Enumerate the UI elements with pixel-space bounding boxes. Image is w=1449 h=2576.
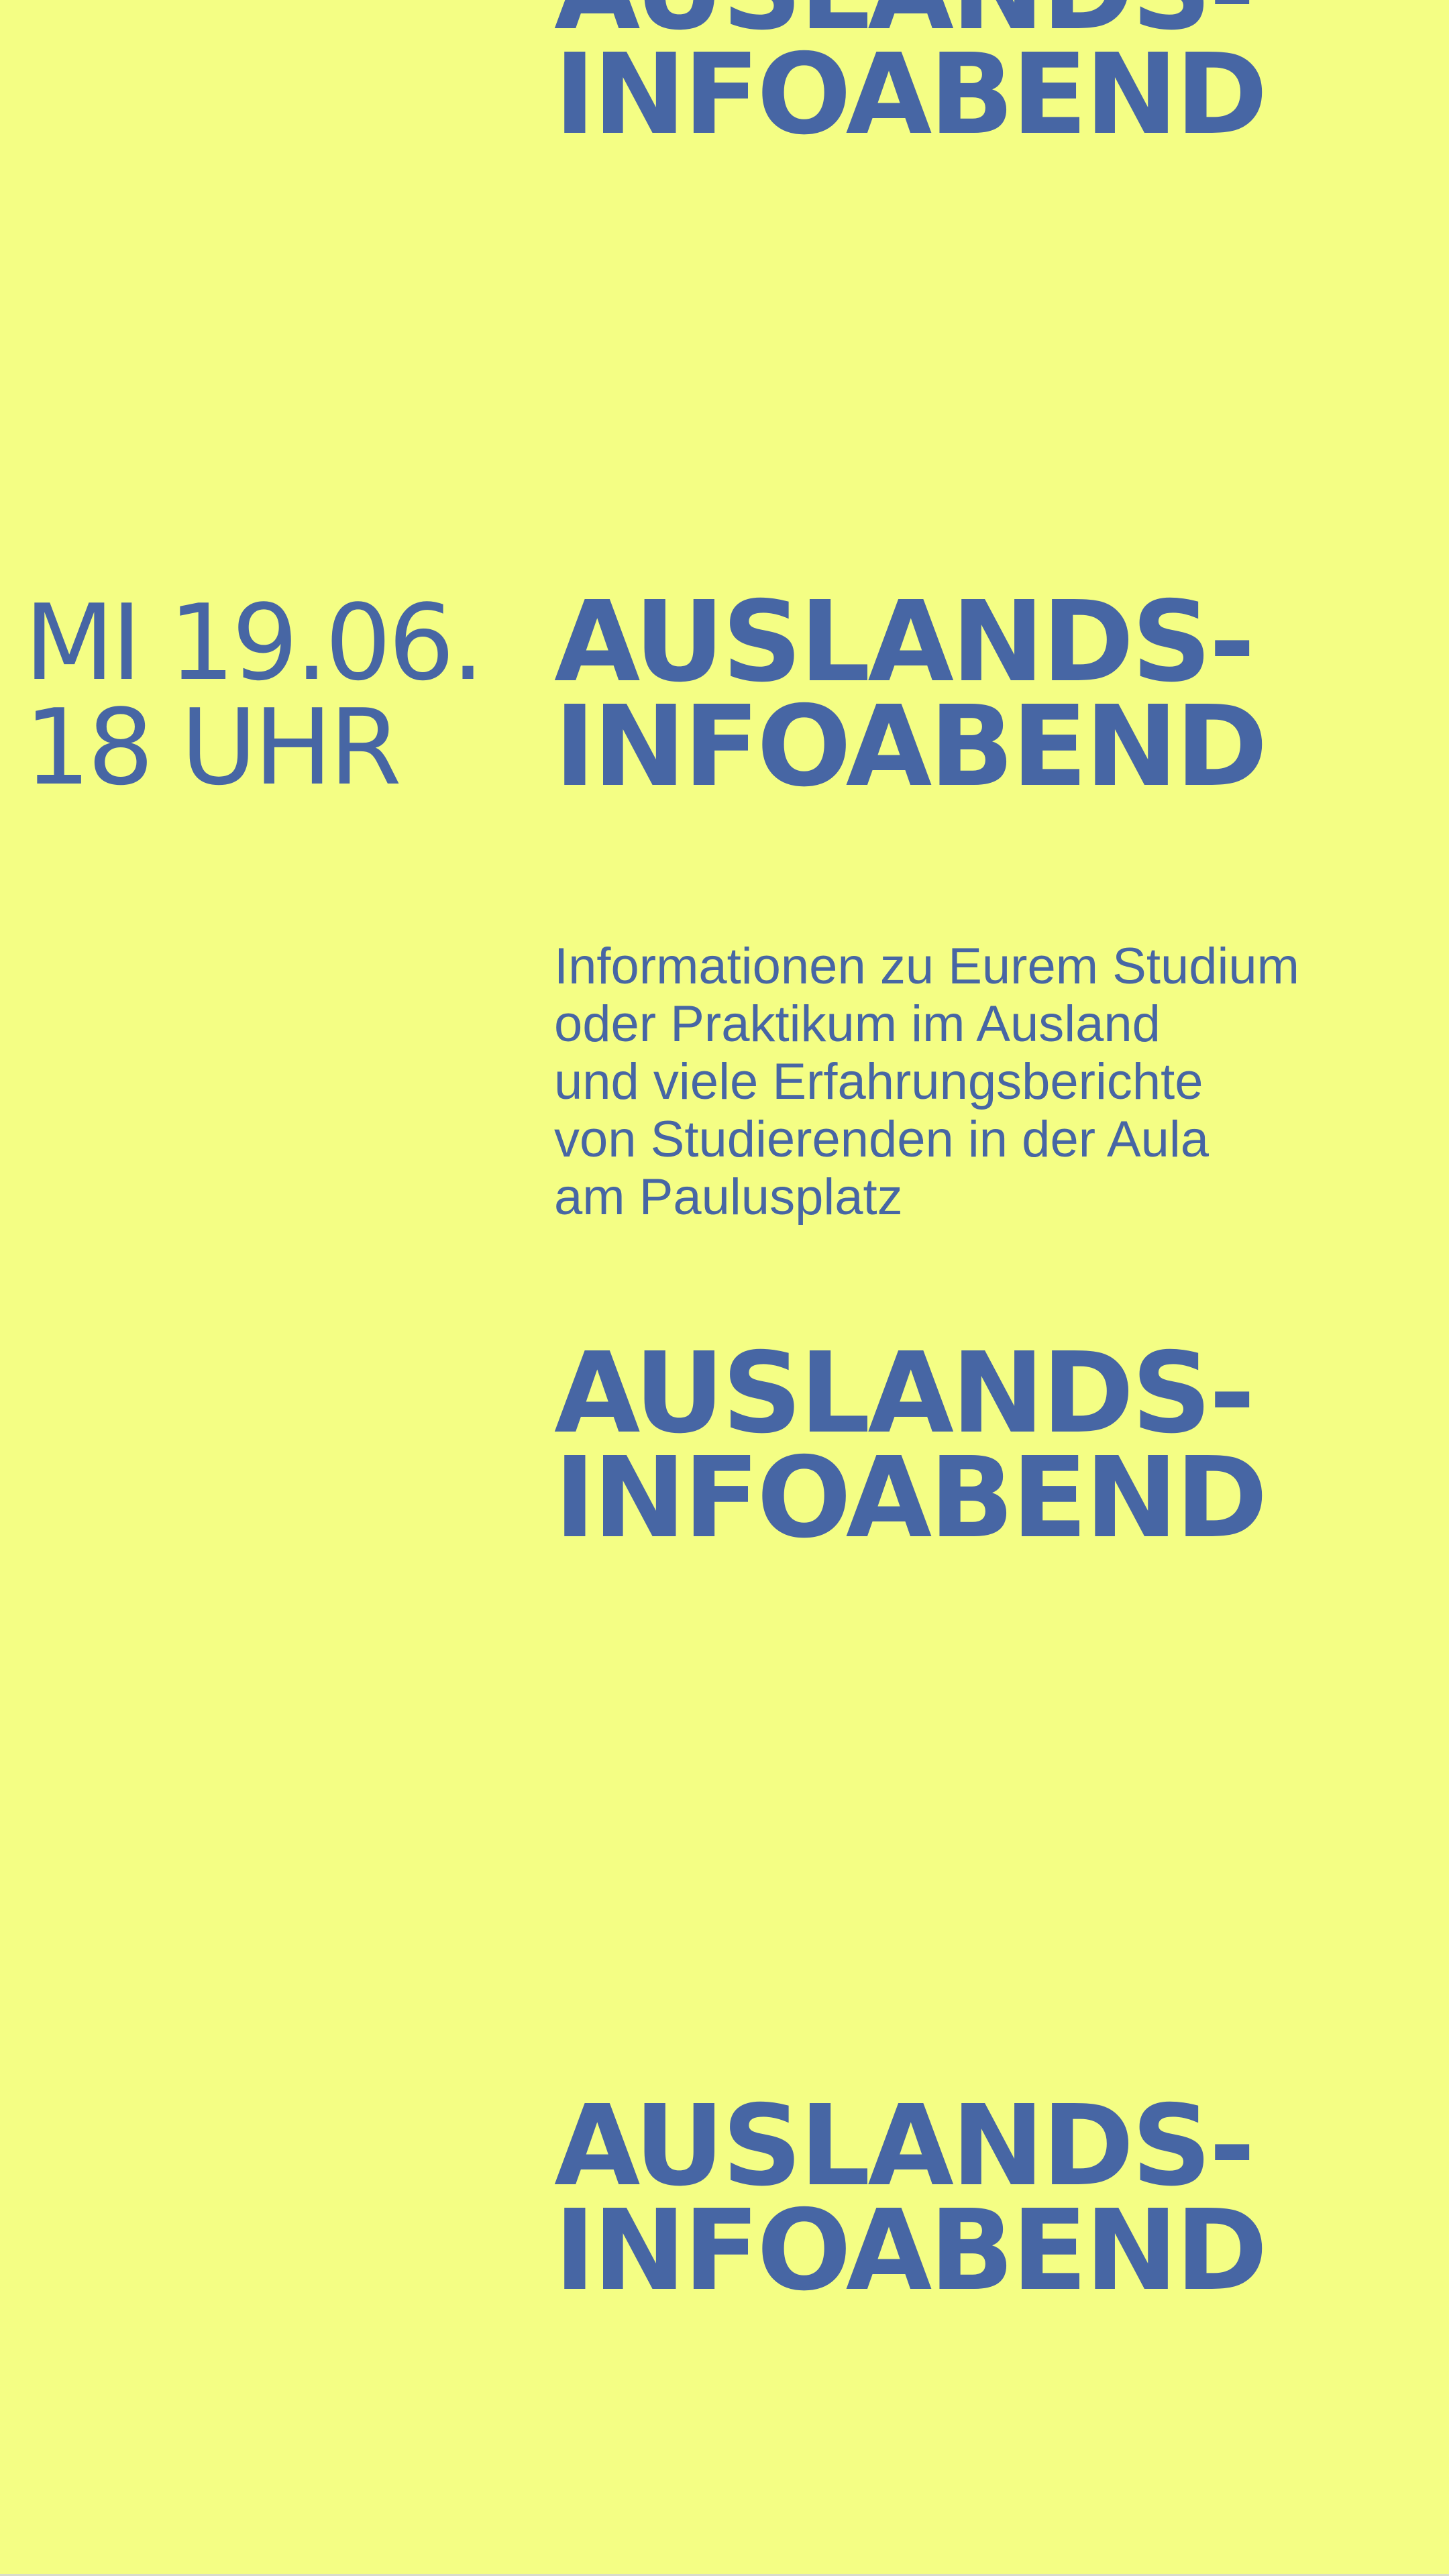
description-line: und viele Erfahrungsberichte: [554, 1053, 1203, 1110]
description-line: Informationen zu Eurem Studium: [554, 938, 1299, 995]
description-line: von Studierenden in der Aula: [554, 1111, 1210, 1168]
event-date: MI 19.06.: [24, 582, 484, 704]
headline-line-1: AUSLANDS-: [554, 578, 1255, 707]
description-line: oder Praktikum im Ausland: [554, 996, 1161, 1053]
headline-line-2: INFOABEND: [554, 1434, 1268, 1563]
event-time: 18 UHR: [24, 686, 402, 808]
headline-repeat: AUSLANDS- INFOABEND: [554, 2082, 1268, 2316]
event-title: AUSLANDS- INFOABEND: [554, 578, 1268, 812]
description-line: am Paulusplatz: [554, 1169, 903, 1226]
headline-line-2: INFOABEND: [554, 2186, 1268, 2316]
headline-line-2: INFOABEND: [554, 30, 1268, 160]
headline-line-2: INFOABEND: [554, 682, 1268, 812]
headline-line-1: AUSLANDS-: [554, 1329, 1255, 1458]
headline-cropped-top: AUSLANDS- INFOABEND: [554, 0, 1268, 160]
event-datetime: MI 19.06. 18 UHR: [24, 582, 484, 808]
event-description: Informationen zu Eurem Studium oder Prak…: [554, 938, 1299, 1226]
headline-line-1: AUSLANDS-: [554, 2082, 1255, 2211]
headline-repeat: AUSLANDS- INFOABEND: [554, 1329, 1268, 1563]
